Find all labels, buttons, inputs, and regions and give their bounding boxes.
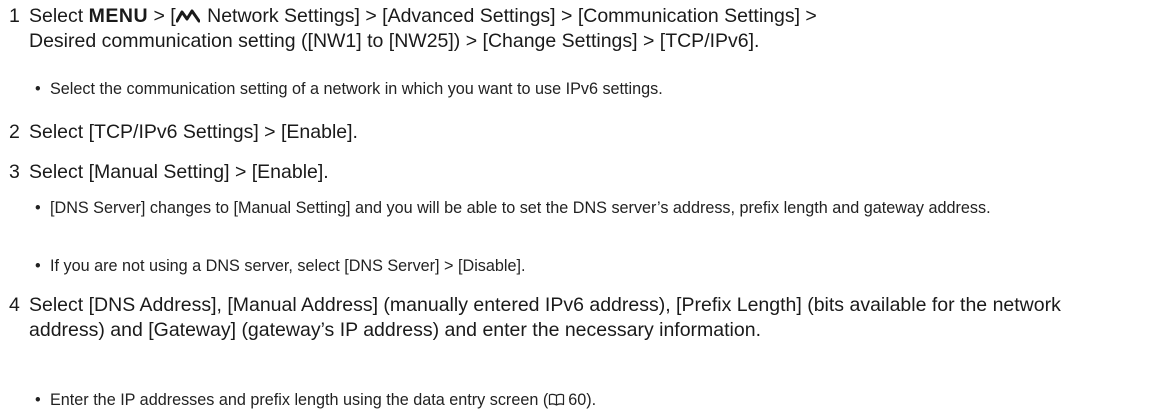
step-1-note: Select the communication setting of a ne… (0, 79, 1140, 100)
step-3-note-dns: [DNS Server] changes to [Manual Setting]… (0, 198, 1140, 219)
step-verb: Select (29, 5, 84, 27)
step-text: Select MENU > [ Network Settings] > [Adv… (23, 4, 1139, 54)
step-3: 3 Select [Manual Setting] > [Enable]. (0, 160, 1139, 185)
separator: > [ (148, 5, 176, 27)
step-4-note: Enter the IP addresses and prefix length… (0, 390, 1140, 411)
step-1: 1 Select MENU > [ Network Settings] > [A… (0, 4, 1139, 54)
menu-path: Network Settings] > [Advanced Settings] … (201, 5, 817, 27)
step-4: 4 Select [DNS Address], [Manual Address]… (0, 293, 1139, 343)
menu-button-label: MENU (88, 5, 149, 27)
step-number: 3 (9, 161, 20, 183)
page-reference-link[interactable]: 60 (568, 391, 586, 409)
note-text-end: ). (586, 391, 597, 409)
step-3-note-disable: If you are not using a DNS server, selec… (0, 256, 1140, 277)
menu-path-continued: Desired communication setting ([NW1] to … (29, 30, 760, 52)
book-icon (549, 393, 565, 406)
instructions-page: 1 Select MENU > [ Network Settings] > [A… (0, 0, 1153, 418)
step-number: 2 (9, 121, 20, 143)
step-2: 2 Select [TCP/IPv6 Settings] > [Enable]. (0, 120, 1139, 145)
step-text: Select [TCP/IPv6 Settings] > [Enable]. (29, 121, 358, 143)
step-text: Select [DNS Address], [Manual Address] (… (29, 294, 1061, 341)
network-settings-icon (175, 9, 200, 23)
note-text: Enter the IP addresses and prefix length… (50, 391, 549, 409)
step-number: 4 (9, 294, 20, 316)
step-text: Select [Manual Setting] > [Enable]. (29, 161, 329, 183)
step-number: 1 (9, 5, 20, 27)
